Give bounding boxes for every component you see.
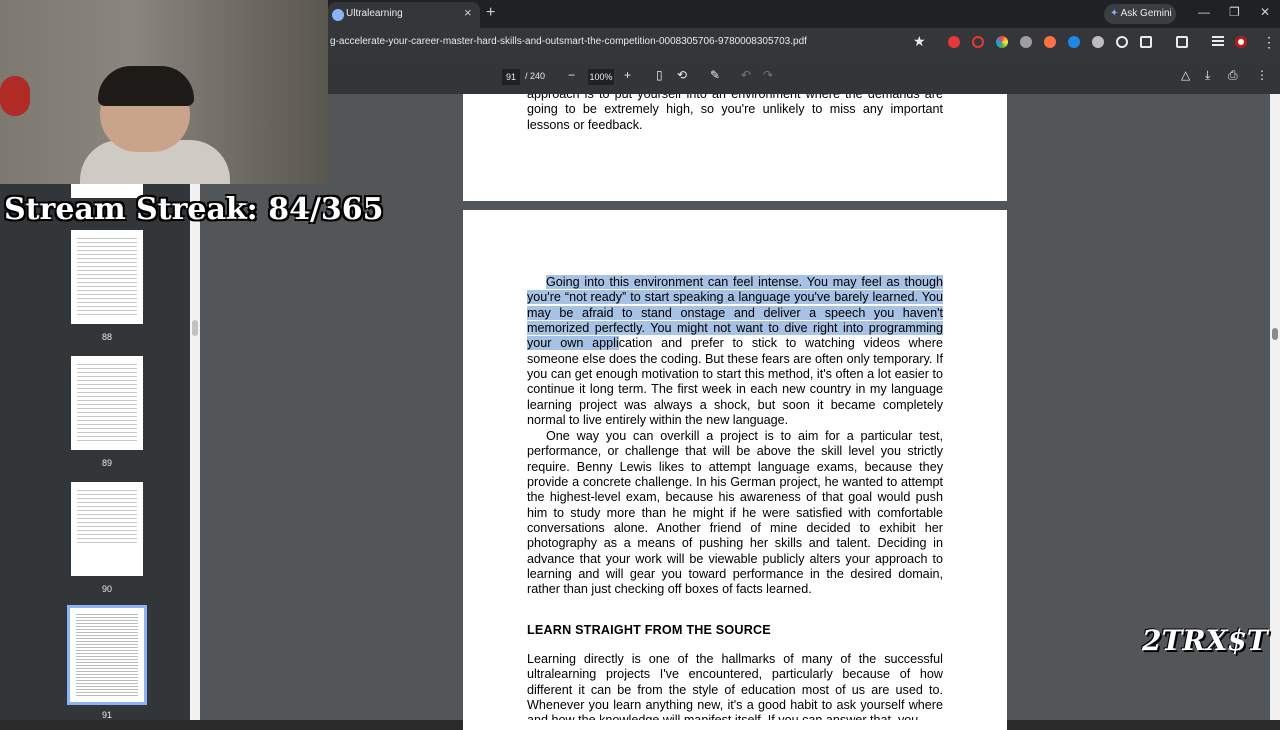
ask-gemini-button[interactable]: ✦ Ask Gemini — [1104, 4, 1176, 24]
more-options-icon[interactable]: ⋮ — [1256, 68, 1268, 82]
new-tab-button[interactable]: + — [486, 4, 495, 22]
browser-menu-icon[interactable]: ⋮ — [1262, 34, 1276, 51]
paragraph-1: Going into this environment can feel int… — [527, 275, 943, 428]
zoom-level-input[interactable]: 100% — [588, 69, 614, 85]
extension-red-icon[interactable] — [948, 36, 960, 48]
section-heading: LEARN STRAIGHT FROM THE SOURCE — [527, 623, 771, 637]
document-scrollbar-thumb[interactable] — [1272, 328, 1278, 340]
previous-page-text: approach is to put yourself into an envi… — [527, 87, 943, 132]
document-scrollbar[interactable] — [1270, 94, 1280, 720]
punching-bag — [0, 76, 30, 116]
undo-icon[interactable]: ↶ — [741, 68, 751, 82]
rotate-icon[interactable]: ⟲ — [677, 68, 687, 82]
gemini-icon: ✦ — [1110, 8, 1121, 19]
redo-icon[interactable]: ↷ — [763, 68, 773, 82]
extension-blue-icon[interactable] — [1068, 36, 1080, 48]
thumbnail-label-90: 90 — [101, 584, 112, 594]
tab-favicon-icon — [332, 9, 344, 21]
zoom-in-button[interactable]: + — [624, 68, 631, 82]
channel-logo: 2TRX$T — [1142, 624, 1268, 657]
bookmark-star-icon[interactable]: ★ — [913, 33, 926, 50]
extension-color-icon[interactable] — [996, 36, 1008, 48]
close-window-button[interactable]: ✕ — [1260, 5, 1270, 19]
tab-title: Ultralearning — [346, 8, 403, 19]
reading-list-icon[interactable] — [1212, 36, 1224, 48]
thumbnail-label-88: 88 — [101, 332, 112, 342]
thumbnail-page-90[interactable] — [71, 482, 143, 576]
download-icon[interactable]: ⤓ — [1205, 68, 1210, 83]
tab-ultralearning[interactable]: Ultralearning × — [328, 2, 480, 28]
extension-block-icon[interactable] — [972, 36, 984, 48]
thumbnail-label-91: 91 — [101, 710, 112, 720]
total-pages: / 240 — [525, 71, 546, 81]
thumbnail-page-91-selected[interactable] — [67, 605, 147, 705]
thumbnail-page-89[interactable] — [71, 356, 143, 450]
sidebar-scrollbar-thumb[interactable] — [192, 320, 198, 336]
streamer-hair — [98, 66, 194, 106]
extensions-puzzle-icon[interactable] — [1140, 36, 1152, 48]
extension-sun-icon[interactable] — [1020, 36, 1032, 48]
ask-gemini-label: Ask Gemini — [1120, 8, 1172, 19]
paragraph-2: One way you can overkill a project is to… — [527, 429, 943, 597]
cast-icon[interactable] — [1176, 36, 1188, 48]
extension-orange-icon[interactable] — [1044, 36, 1056, 48]
restore-button[interactable]: ❐ — [1229, 5, 1240, 19]
sidebar-scrollbar[interactable] — [190, 184, 200, 720]
extension-gray-icon[interactable] — [1092, 36, 1104, 48]
paragraph-3: Learning directly is one of the hallmark… — [527, 652, 943, 720]
print-icon[interactable]: ⎙ — [1228, 68, 1238, 83]
minimize-button[interactable]: — — [1198, 5, 1210, 19]
stream-streak-label: Stream Streak: 84/365 — [4, 192, 384, 227]
extension-clock-icon[interactable] — [1116, 36, 1128, 48]
thumbnail-page-88[interactable] — [71, 230, 143, 324]
profile-avatar-icon[interactable] — [1235, 36, 1247, 48]
tab-close-icon[interactable]: × — [464, 5, 472, 20]
drive-icon[interactable]: △ — [1181, 68, 1190, 82]
zoom-out-button[interactable]: − — [568, 68, 575, 82]
page-number-input[interactable]: 91 — [502, 69, 520, 85]
url-text[interactable]: g-accelerate-your-career-master-hard-ski… — [330, 36, 807, 47]
annotate-icon[interactable]: ✎ — [710, 68, 720, 82]
thumbnail-label-89: 89 — [101, 458, 112, 468]
pdf-toolbar — [200, 60, 1280, 94]
fit-page-icon[interactable]: ▯ — [656, 68, 663, 82]
webcam-overlay — [0, 0, 328, 184]
